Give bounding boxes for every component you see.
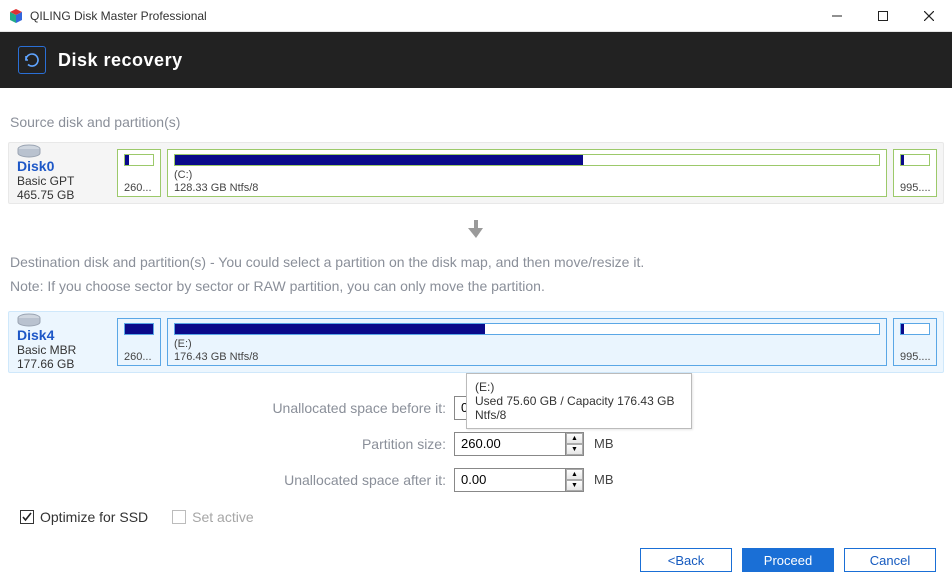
checkbox-icon	[20, 510, 34, 524]
dest-label-line1: Destination disk and partition(s) - You …	[10, 254, 644, 270]
resize-form: (E:) Used 75.60 GB / Capacity 176.43 GB …	[8, 391, 944, 525]
disk-icon	[17, 144, 107, 158]
partition-label: 260...	[124, 351, 154, 363]
unalloc-after-input-wrap: ▲ ▼	[454, 468, 584, 492]
disk-icon	[17, 313, 111, 327]
optimize-ssd-label: Optimize for SSD	[40, 509, 148, 525]
source-partition-1[interactable]: (C:) 128.33 GB Ntfs/8	[167, 149, 887, 197]
partition-bar	[124, 154, 154, 166]
partition-bar	[174, 154, 880, 166]
spin-down-button[interactable]: ▼	[566, 480, 583, 491]
source-partition-0[interactable]: 260...	[117, 149, 161, 197]
unit-label: MB	[594, 436, 614, 451]
source-disk-name: Disk0	[17, 158, 111, 174]
close-button[interactable]	[906, 0, 952, 32]
proceed-button[interactable]: Proceed	[742, 548, 834, 572]
partition-bar	[124, 323, 154, 335]
app-icon	[8, 8, 24, 24]
titlebar: QILING Disk Master Professional	[0, 0, 952, 32]
destination-disk-type: Basic MBR	[17, 343, 111, 357]
unalloc-after-label: Unallocated space after it:	[8, 472, 454, 488]
destination-partition-1[interactable]: (E:) 176.43 GB Ntfs/8	[167, 318, 887, 366]
source-disk-info: Disk0 Basic GPT 465.75 GB	[15, 149, 111, 197]
partition-label: 128.33 GB Ntfs/8	[174, 182, 880, 194]
window-controls	[814, 0, 952, 31]
spinner: ▲ ▼	[565, 433, 583, 455]
tooltip-line1: (E:)	[475, 380, 683, 394]
destination-section-label: Destination disk and partition(s) - You …	[10, 251, 944, 299]
set-active-label: Set active	[192, 509, 253, 525]
footer-buttons: <Back Proceed Cancel	[640, 548, 936, 572]
optimize-ssd-checkbox[interactable]: Optimize for SSD	[20, 509, 148, 525]
recovery-icon	[18, 46, 46, 74]
partition-tooltip: (E:) Used 75.60 GB / Capacity 176.43 GB …	[466, 373, 692, 429]
dest-label-note: Note: If you choose sector by sector or …	[10, 278, 545, 294]
cancel-button[interactable]: Cancel	[844, 548, 936, 572]
destination-disk-size: 177.66 GB	[17, 357, 111, 371]
source-section-label: Source disk and partition(s)	[10, 114, 944, 130]
unalloc-before-label: Unallocated space before it:	[8, 400, 454, 416]
destination-disk-name: Disk4	[17, 327, 111, 343]
unit-label: MB	[594, 472, 614, 487]
spinner: ▲ ▼	[565, 469, 583, 491]
tooltip-line3: Ntfs/8	[475, 408, 683, 422]
partition-size-input-wrap: ▲ ▼	[454, 432, 584, 456]
partition-bar	[900, 323, 930, 335]
partition-label: 260...	[124, 182, 154, 194]
arrow-down-icon	[8, 218, 944, 245]
body-area: Source disk and partition(s) Disk0 Basic…	[0, 88, 952, 537]
spin-up-button[interactable]: ▲	[566, 469, 583, 480]
checkbox-icon	[172, 510, 186, 524]
page-title: Disk recovery	[58, 50, 183, 71]
maximize-button[interactable]	[860, 0, 906, 32]
partition-label: 995....	[900, 182, 930, 194]
partition-size-input[interactable]	[461, 433, 561, 455]
partition-drive: (C:)	[174, 169, 880, 181]
unalloc-after-input[interactable]	[461, 469, 561, 491]
minimize-button[interactable]	[814, 0, 860, 32]
partition-bar	[174, 323, 880, 335]
partition-label: 995....	[900, 351, 930, 363]
options-row: Optimize for SSD Set active	[8, 509, 944, 525]
source-disk-type: Basic GPT	[17, 174, 111, 188]
set-active-checkbox: Set active	[172, 509, 253, 525]
partition-label: 176.43 GB Ntfs/8	[174, 351, 880, 363]
source-partition-2[interactable]: 995....	[893, 149, 937, 197]
source-disk-size: 465.75 GB	[17, 188, 111, 202]
partition-drive: (E:)	[174, 338, 880, 350]
tooltip-line2: Used 75.60 GB / Capacity 176.43 GB	[475, 394, 683, 408]
spin-down-button[interactable]: ▼	[566, 444, 583, 455]
partition-size-label: Partition size:	[8, 436, 454, 452]
back-button[interactable]: <Back	[640, 548, 732, 572]
partition-bar	[900, 154, 930, 166]
page-header: Disk recovery	[0, 32, 952, 88]
app-title: QILING Disk Master Professional	[30, 9, 814, 23]
destination-partition-2[interactable]: 995....	[893, 318, 937, 366]
source-disk-row: Disk0 Basic GPT 465.75 GB 260... (C:) 12…	[8, 142, 944, 204]
destination-partition-0[interactable]: 260...	[117, 318, 161, 366]
destination-disk-info: Disk4 Basic MBR 177.66 GB	[15, 318, 111, 366]
destination-disk-row: Disk4 Basic MBR 177.66 GB 260... (E:) 17…	[8, 311, 944, 373]
spin-up-button[interactable]: ▲	[566, 433, 583, 444]
